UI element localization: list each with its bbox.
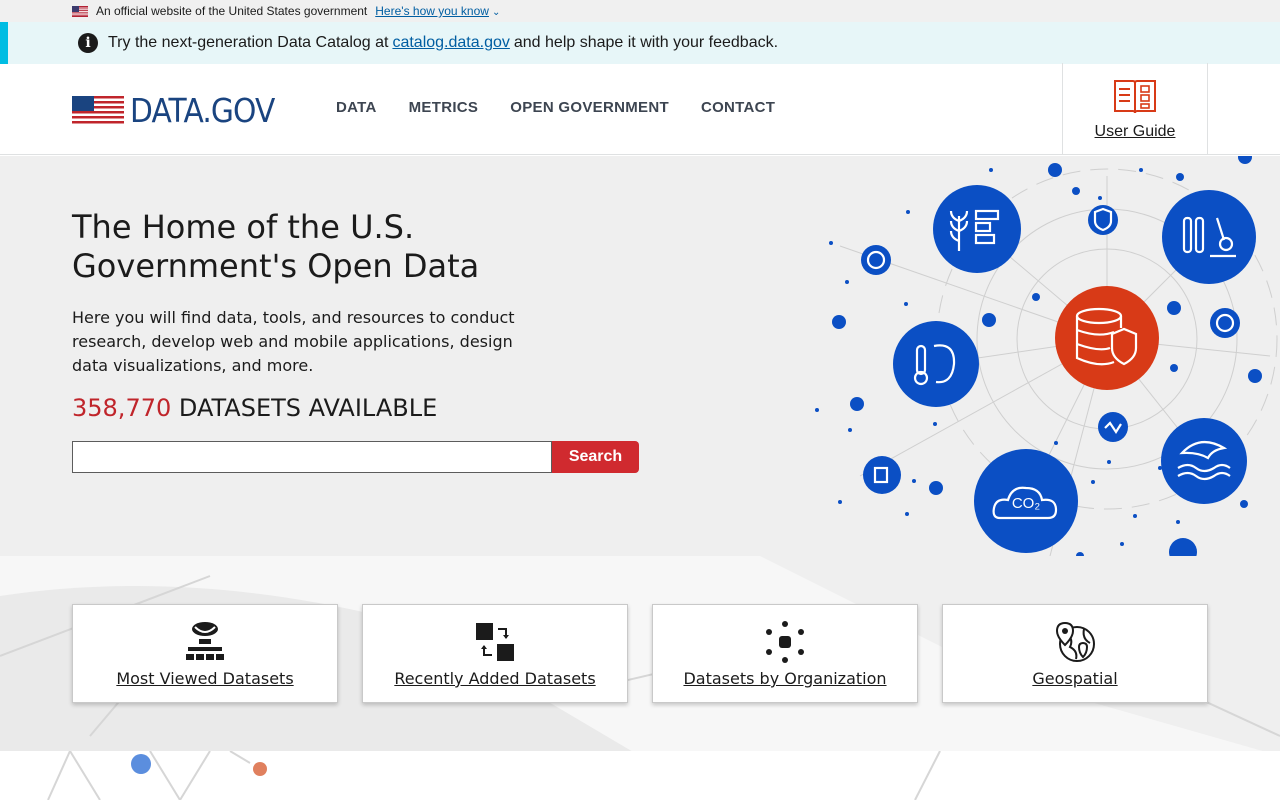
hierarchy-icon xyxy=(186,622,224,660)
catalog-link[interactable]: catalog.data.gov xyxy=(392,34,509,52)
gov-banner: An official website of the United States… xyxy=(0,0,1280,22)
card-label: Recently Added Datasets xyxy=(394,669,596,688)
most-viewed-datasets-card[interactable]: Most Viewed Datasets xyxy=(72,604,338,703)
network-graph-decoration xyxy=(47,751,941,800)
card-label: Geospatial xyxy=(1032,669,1118,688)
quick-links-section: Most Viewed Datasets Recently Added Data… xyxy=(0,556,1280,751)
main-nav: DATA METRICS OPEN GOVERNMENT CONTACT xyxy=(336,99,775,116)
quick-link-cards: Most Viewed Datasets Recently Added Data… xyxy=(72,604,1208,703)
hero-lead: Here you will find data, tools, and reso… xyxy=(72,308,515,375)
datasets-by-organization-card[interactable]: Datasets by Organization xyxy=(652,604,918,703)
nav-metrics[interactable]: METRICS xyxy=(409,99,479,116)
swap-squares-icon xyxy=(476,623,514,661)
hero-title: The Home of the U.S. Government's Open D… xyxy=(72,208,480,285)
card-label: Datasets by Organization xyxy=(683,669,887,688)
hero-section: The Home of the U.S. Government's Open D… xyxy=(0,156,1280,556)
geospatial-card[interactable]: Geospatial xyxy=(942,604,1208,703)
organization-dots-icon xyxy=(766,621,804,663)
bottom-decoration xyxy=(0,751,1280,800)
user-guide-label: User Guide xyxy=(1094,123,1176,140)
dataset-count-suffix: DATASETS AVAILABLE xyxy=(178,394,438,422)
gov-banner-text: An official website of the United States… xyxy=(96,4,368,18)
nav-contact[interactable]: CONTACT xyxy=(701,99,775,116)
search-button[interactable]: Search xyxy=(552,441,639,473)
svg-text:CO₂: CO₂ xyxy=(1012,495,1041,512)
nav-data[interactable]: DATA xyxy=(336,99,377,116)
heres-how-you-know-link[interactable]: Here's how you know ⌄ xyxy=(375,4,500,18)
recently-added-datasets-card[interactable]: Recently Added Datasets xyxy=(362,604,628,703)
hero-data-illustration: CO₂ xyxy=(815,156,1278,556)
open-book-icon xyxy=(1114,80,1156,114)
info-icon: i xyxy=(78,33,98,53)
site-logo[interactable]: DATA.GOV xyxy=(72,94,290,127)
search-form: Search xyxy=(72,441,639,473)
alert-text-before: Try the next-generation Data Catalog at xyxy=(108,34,389,51)
site-header: DATA.GOV DATA METRICS OPEN GOVERNMENT CO… xyxy=(0,63,1280,155)
card-label: Most Viewed Datasets xyxy=(116,669,294,688)
site-alert: i Try the next-generation Data Catalog a… xyxy=(0,22,1280,64)
globe-pin-icon xyxy=(1055,621,1095,662)
flag-logo-icon xyxy=(72,95,124,126)
logo-text: DATA.GOV xyxy=(130,91,275,130)
dataset-count: 358,770 DATASETS AVAILABLE xyxy=(72,394,437,422)
search-input[interactable] xyxy=(72,441,552,473)
nav-open-government[interactable]: OPEN GOVERNMENT xyxy=(510,99,669,116)
chevron-down-icon: ⌄ xyxy=(491,7,501,18)
user-guide-link[interactable]: User Guide xyxy=(1062,63,1208,155)
dataset-count-number: 358,770 xyxy=(72,394,172,422)
us-flag-icon xyxy=(72,5,88,17)
alert-text-after: and help shape it with your feedback. xyxy=(513,34,779,51)
